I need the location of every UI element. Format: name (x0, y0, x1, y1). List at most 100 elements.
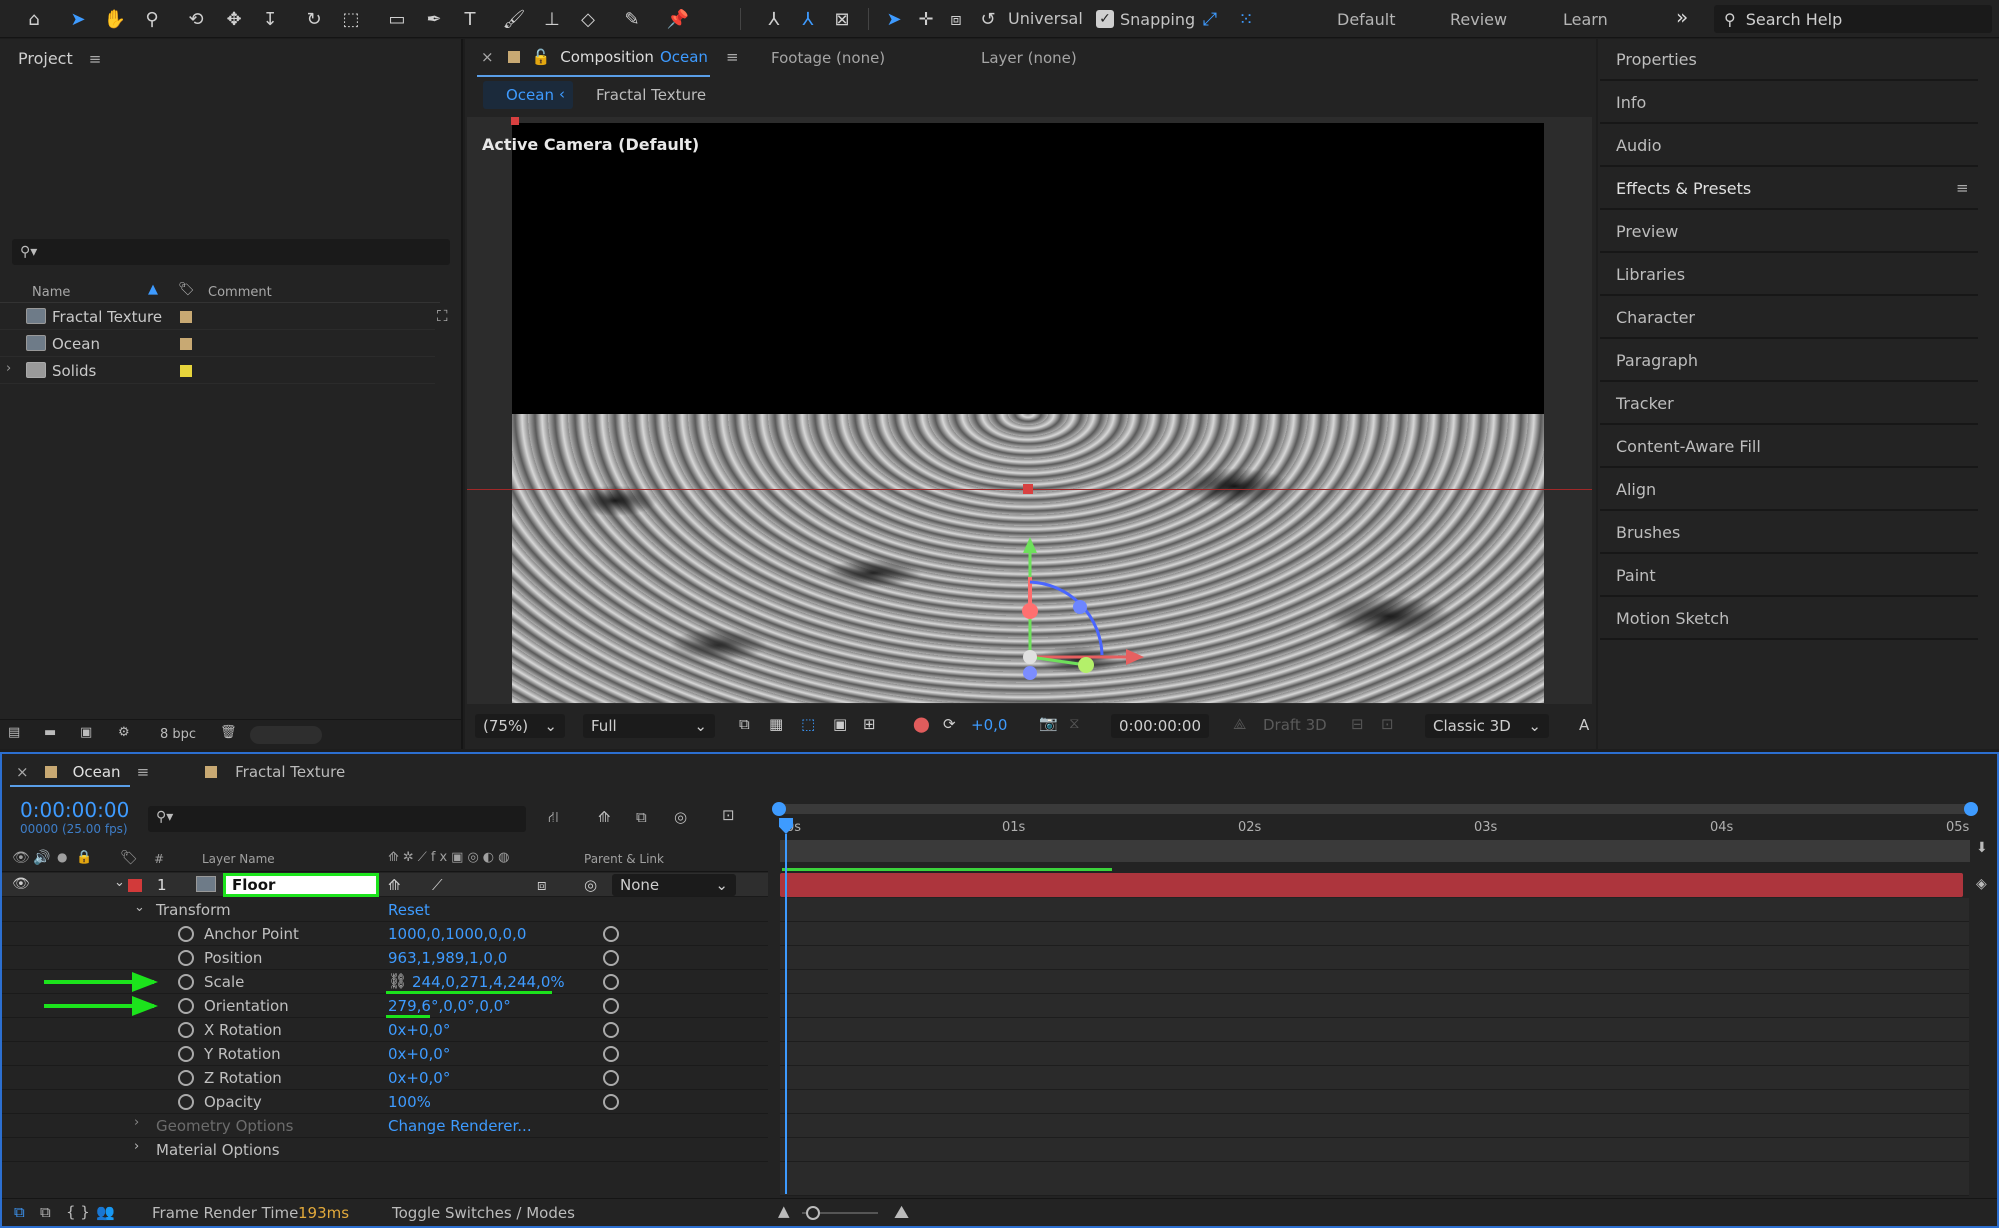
label-color-swatch[interactable] (180, 365, 192, 377)
layer-row-floor[interactable]: 👁 ⌄ 1 Floor ⟰ ⟋ ⧈ ◎ None ⌄ (2, 873, 768, 897)
name-column-header[interactable]: Name (32, 285, 70, 300)
rotate-gizmo-icon[interactable]: ↺ (974, 5, 1002, 33)
property-row-y-rotation[interactable]: Y Rotation 0x+0,0° (2, 1042, 768, 1066)
motion-blur-icon[interactable]: ◎ (674, 808, 687, 826)
sort-ascending-icon[interactable]: ▲ (148, 282, 158, 297)
channel-icon[interactable]: ⬤ (913, 715, 930, 733)
breadcrumb-fractal-texture[interactable]: Fractal Texture (596, 86, 706, 104)
property-row-x-rotation[interactable]: X Rotation 0x+0,0° (2, 1018, 768, 1042)
property-row-opacity[interactable]: Opacity 100% (2, 1090, 768, 1114)
property-value[interactable]: 244,0,271,4,244,0% (412, 973, 565, 991)
world-axis-icon[interactable]: ⅄ (794, 5, 822, 33)
reset-exposure-icon[interactable]: ⟳ (943, 715, 956, 733)
navigator-end-handle[interactable] (1964, 802, 1978, 816)
stopwatch-icon[interactable] (178, 1094, 194, 1110)
panel-audio[interactable]: Audio (1600, 125, 1978, 167)
pick-whip-icon[interactable] (603, 1046, 619, 1062)
label-column-icon[interactable]: 🏷 (178, 282, 195, 297)
view-axis-icon[interactable]: ⊠ (828, 5, 856, 33)
dolly-icon[interactable]: ↧ (256, 5, 284, 33)
project-search-input[interactable]: ⚲▾ (12, 239, 450, 265)
transparency-grid-icon[interactable]: ▦ (769, 715, 783, 733)
layer-label-color[interactable] (128, 879, 142, 892)
panel-libraries[interactable]: Libraries (1600, 254, 1978, 296)
move-gizmo-icon[interactable]: ➤ (880, 5, 908, 33)
local-axis-icon[interactable]: ⅄ (760, 5, 788, 33)
property-row-anchor-point[interactable]: Anchor Point 1000,0,1000,0,0,0 (2, 922, 768, 946)
3d-layer-switch-icon[interactable]: ⧈ (537, 876, 547, 894)
label-color-swatch[interactable] (180, 311, 192, 323)
search-help-field[interactable]: ⚲ Search Help (1714, 5, 1992, 33)
draft-3d-icon[interactable]: ⟁ (1233, 715, 1246, 733)
magnification-dropdown[interactable]: (75%) ⌄ (475, 714, 565, 738)
breadcrumb-ocean[interactable]: Ocean ‹ (483, 81, 573, 109)
composition-tab-prefix[interactable]: Composition (560, 48, 654, 66)
pick-whip-icon[interactable] (603, 974, 619, 990)
timeline-tab-ocean[interactable]: Ocean (73, 763, 121, 781)
project-settings-icon[interactable]: ⚙ (118, 725, 130, 740)
layer-switches-icon[interactable]: ⧉ (14, 1203, 25, 1221)
expand-arrow-icon[interactable]: › (134, 1115, 139, 1130)
stopwatch-icon[interactable] (178, 926, 194, 942)
close-tab-icon[interactable]: × (16, 763, 29, 781)
playhead-line[interactable] (785, 834, 787, 1194)
panel-motion-sketch[interactable]: Motion Sketch (1600, 598, 1978, 640)
project-item-ocean[interactable]: Ocean (0, 331, 435, 357)
property-value[interactable]: 963,1,989,1,0,0 (388, 949, 507, 967)
label-column-icon[interactable]: 🏷 (120, 850, 138, 866)
more-workspaces-icon[interactable]: » (1676, 5, 1688, 29)
transform-group-row[interactable]: ⌄ Transform Reset (2, 898, 768, 922)
pick-whip-icon[interactable] (603, 998, 619, 1014)
stopwatch-icon[interactable] (178, 1046, 194, 1062)
graph-editor-icon[interactable]: ⊡ (722, 806, 735, 824)
panel-paint[interactable]: Paint (1600, 555, 1978, 597)
panel-paragraph[interactable]: Paragraph (1600, 340, 1978, 382)
comp-mini-flowchart-icon[interactable]: ⛙ (548, 808, 559, 828)
panel-preview[interactable]: Preview (1600, 211, 1978, 253)
snapping-checkbox[interactable]: ✓ (1096, 10, 1114, 28)
renderer-dropdown[interactable]: Classic 3D ⌄ (1425, 714, 1549, 738)
pick-whip-icon[interactable] (603, 1022, 619, 1038)
composition-viewer[interactable]: Active Camera (Default) (467, 117, 1592, 704)
project-item-fractal-texture[interactable]: Fractal Texture (0, 304, 435, 330)
comp-marker-bin-icon[interactable]: ⬇ (1976, 840, 1988, 856)
panel-menu-icon[interactable]: ≡ (89, 50, 102, 68)
transfer-controls-icon[interactable]: ⧉ (40, 1203, 51, 1221)
visibility-toggle-icon[interactable]: 👁 (12, 876, 30, 892)
timeline-tab-fractal-texture[interactable]: Fractal Texture (235, 763, 345, 781)
in-out-icon[interactable]: { } (66, 1203, 90, 1221)
render-time-icon[interactable]: 👥 (96, 1203, 115, 1221)
footage-tab[interactable]: Footage (none) (771, 49, 885, 67)
orbit-icon[interactable]: ⟲ (182, 5, 210, 33)
navigator-start-handle[interactable] (772, 802, 786, 816)
property-row-position[interactable]: Position 963,1,989,1,0,0 (2, 946, 768, 970)
stopwatch-icon[interactable] (178, 1070, 194, 1086)
zoom-icon[interactable]: ⚲ (138, 5, 166, 33)
region-of-interest-icon[interactable]: ▣ (833, 715, 847, 733)
brush-icon[interactable]: 🖌 (500, 5, 528, 33)
property-value[interactable]: 0x+0,0° (388, 1021, 450, 1039)
layer-duration-bar[interactable] (780, 873, 1963, 897)
expand-arrow-icon[interactable]: › (6, 361, 11, 376)
grid-guides-icon[interactable]: ⊞ (863, 715, 876, 733)
property-value[interactable]: 0x+0,0° (388, 1045, 450, 1063)
timeline-zoom-handle[interactable] (806, 1206, 820, 1220)
panel-tracker[interactable]: Tracker (1600, 383, 1978, 425)
3d-gizmo[interactable] (1012, 537, 1152, 687)
frame-blending-icon[interactable]: ⧉ (636, 808, 647, 826)
panel-brushes[interactable]: Brushes (1600, 512, 1978, 554)
rotate-icon[interactable]: ↻ (300, 5, 328, 33)
show-snapshot-icon[interactable]: ⧖ (1069, 714, 1080, 732)
transform-reset-link[interactable]: Reset (388, 901, 430, 919)
exposure-value[interactable]: +0,0 (971, 716, 1007, 734)
axis-mode-label[interactable]: Universal (1008, 9, 1083, 28)
material-options-row[interactable]: › Material Options (2, 1138, 768, 1162)
parent-link-column-header[interactable]: Parent & Link (584, 852, 664, 866)
thumbnail-size-slider[interactable] (250, 726, 322, 744)
work-area-navigator[interactable] (778, 804, 1976, 814)
pick-whip-icon[interactable] (603, 926, 619, 942)
workspace-default[interactable]: Default (1337, 10, 1395, 29)
property-row-z-rotation[interactable]: Z Rotation 0x+0,0° (2, 1066, 768, 1090)
hand-icon[interactable]: ✋ (101, 5, 129, 33)
collapse-arrow-icon[interactable]: ⌄ (134, 900, 145, 915)
